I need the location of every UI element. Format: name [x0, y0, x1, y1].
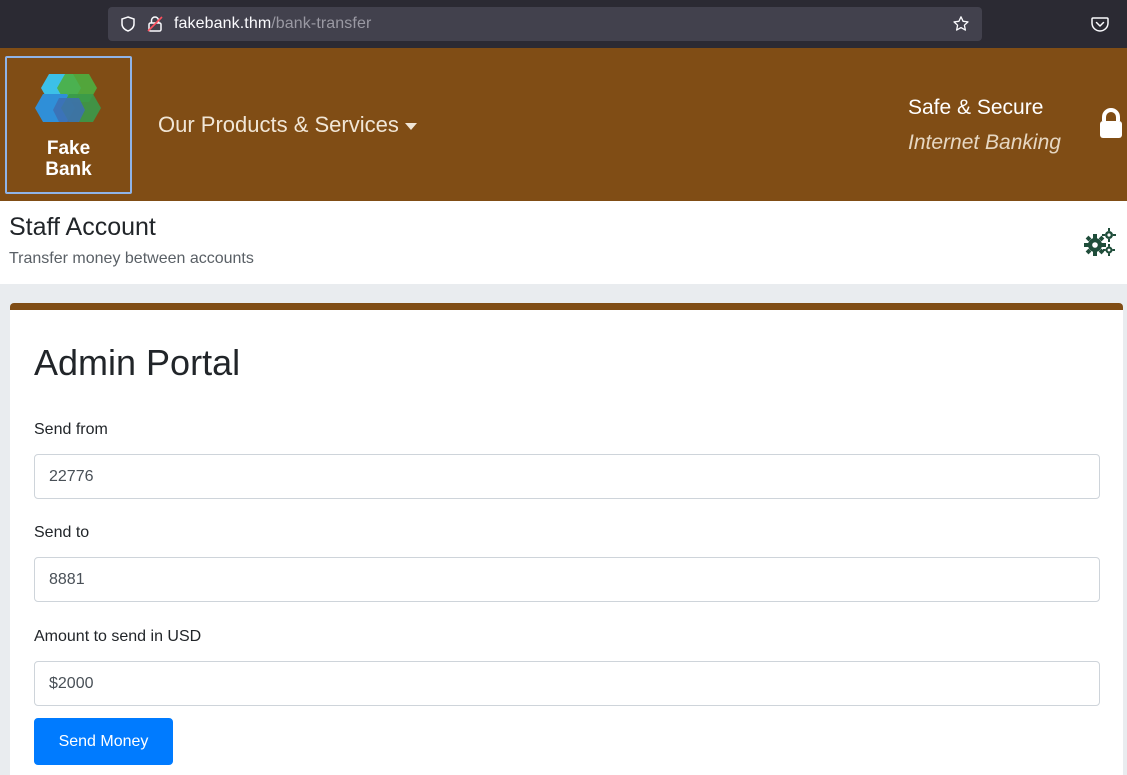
logo-line-2: Bank	[45, 159, 92, 180]
star-icon[interactable]	[952, 15, 970, 33]
logo-line-1: Fake	[46, 138, 91, 159]
gears-icon[interactable]	[1084, 228, 1116, 258]
portal-title: Admin Portal	[34, 342, 241, 383]
amount-input[interactable]	[34, 661, 1100, 706]
send-money-button[interactable]: Send Money	[34, 718, 173, 765]
caret-down-icon	[404, 122, 417, 130]
secure-subtitle: Internet Banking	[908, 131, 1061, 154]
address-bar[interactable]: fakebank.thm/bank-transfer	[108, 7, 982, 41]
shield-icon[interactable]	[120, 16, 136, 32]
padlock-icon	[1100, 108, 1122, 138]
send-to-input[interactable]	[34, 557, 1100, 602]
url-host: fakebank.thm	[174, 15, 272, 32]
send-to-label: Send to	[34, 524, 90, 541]
products-services-menu[interactable]: Our Products & Services	[158, 112, 417, 138]
logo-mark-icon	[35, 74, 101, 122]
site-header: Fake Bank Our Products & Services Safe &…	[0, 48, 1127, 201]
account-title: Staff Account	[9, 213, 156, 241]
lock-icon[interactable]	[146, 15, 164, 33]
send-from-input[interactable]	[34, 454, 1100, 499]
logo-text: Fake Bank	[7, 138, 130, 180]
account-header: Staff Account Transfer money between acc…	[0, 201, 1127, 284]
products-services-label: Our Products & Services	[158, 112, 399, 137]
amount-label: Amount to send in USD	[34, 628, 202, 645]
secure-title: Safe & Secure	[908, 96, 1044, 119]
url-path: /bank-transfer	[271, 15, 372, 32]
fake-bank-logo[interactable]: Fake Bank	[5, 56, 132, 194]
browser-toolbar: fakebank.thm/bank-transfer	[0, 0, 1127, 48]
send-from-label: Send from	[34, 421, 108, 438]
account-subtitle: Transfer money between accounts	[9, 250, 254, 267]
pocket-icon[interactable]	[1090, 14, 1110, 34]
url-text[interactable]: fakebank.thm/bank-transfer	[174, 15, 371, 33]
admin-portal-card: Admin Portal Send from Send to Amount to…	[10, 303, 1123, 775]
